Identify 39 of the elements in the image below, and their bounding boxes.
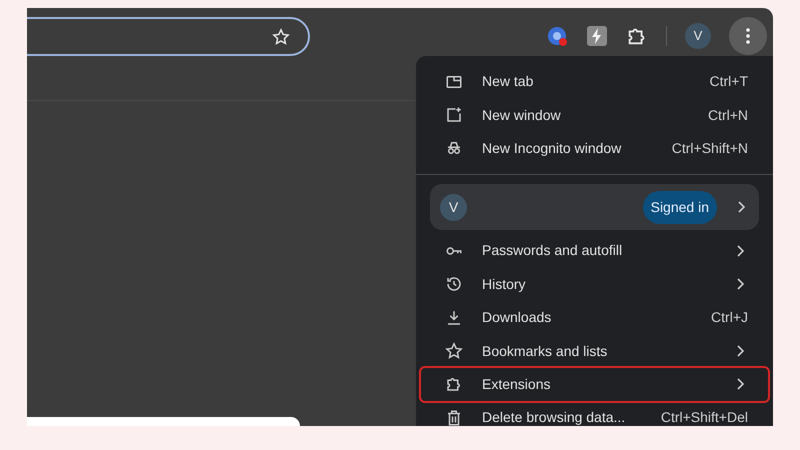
menu-label: New window (482, 106, 562, 125)
address-bar[interactable] (27, 17, 310, 56)
signed-in-badge: Signed in (642, 190, 717, 224)
shortcut-text: Ctrl+Shift+Del (660, 408, 748, 426)
lightning-icon[interactable] (586, 25, 608, 47)
menu-item[interactable]: Delete browsing data... Ctrl+Shift+Del (421, 401, 768, 426)
profile-avatar: V (440, 194, 467, 221)
menu-item[interactable]: Passwords and autofill (421, 234, 768, 268)
menu-item[interactable]: Downloads Ctrl+J (421, 300, 768, 334)
shortcut-text: Ctrl+T (710, 72, 748, 92)
trash-icon (445, 408, 463, 426)
menu-label: New Incognito window (482, 138, 622, 158)
menu-label: Passwords and autofill (482, 241, 624, 260)
extension-icon[interactable] (546, 25, 568, 47)
menu-label: Downloads (482, 308, 552, 328)
profile-row[interactable]: V Signed in (430, 184, 759, 230)
menu-label: History (482, 274, 527, 294)
history-icon (445, 275, 463, 294)
menu-item[interactable]: Bookmarks and lists (421, 334, 768, 368)
new-window-icon (445, 106, 463, 124)
menu-button[interactable] (729, 17, 767, 55)
menu-item[interactable]: Extensions (421, 368, 768, 402)
menu-label: Bookmarks and lists (482, 342, 608, 361)
menu-item[interactable]: New window Ctrl+N (421, 98, 768, 132)
menu-label: Extensions (482, 374, 552, 394)
puzzle-icon (445, 375, 463, 394)
menu-item[interactable]: History (421, 268, 768, 301)
star-icon (445, 342, 463, 360)
menu-item[interactable]: New tab Ctrl+T (421, 65, 768, 98)
shortcut-text: Ctrl+Shift+N (672, 138, 748, 158)
menu-item[interactable]: New Incognito window Ctrl+Shift+N (421, 132, 768, 166)
bookmark-star-icon[interactable] (272, 28, 290, 46)
menu-label: Delete browsing data... (482, 408, 626, 426)
download-icon (445, 308, 463, 327)
profile-avatar[interactable]: V (685, 23, 711, 49)
menu-label: New tab (482, 72, 534, 92)
shortcut-text: Ctrl+J (711, 308, 748, 328)
shortcut-text: Ctrl+N (708, 106, 748, 125)
menu-icon (746, 28, 750, 44)
